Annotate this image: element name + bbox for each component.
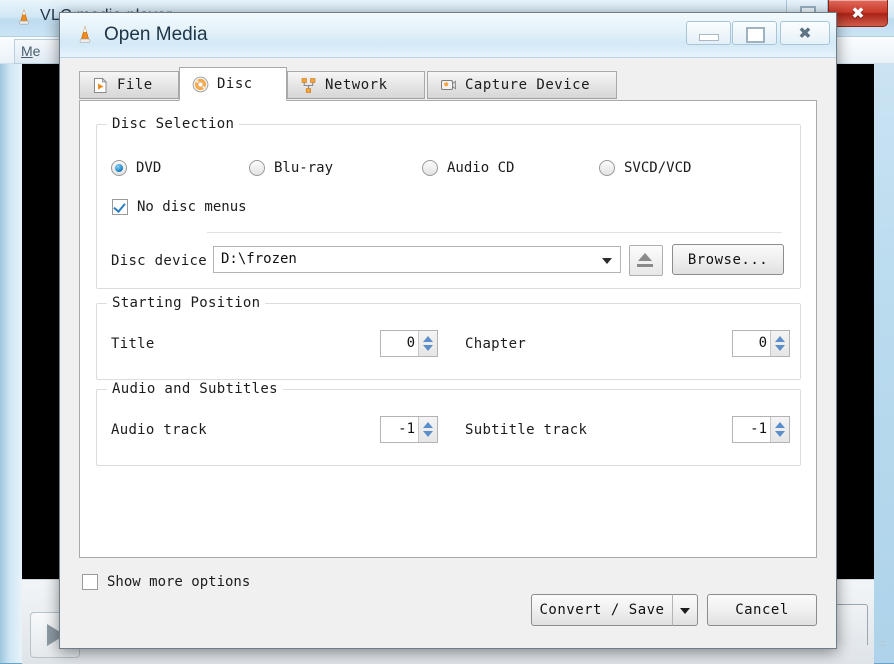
vlc-cone-icon (14, 8, 34, 28)
disc-selection-group: Disc Selection DVD Blu-ray Audio CD SVCD… (96, 124, 801, 289)
subtitle-track-label: Subtitle track (465, 422, 587, 438)
subtitle-track-value: -1 (750, 421, 767, 437)
vlc-cone-icon (74, 25, 96, 47)
tab-file[interactable]: File (79, 71, 179, 99)
starting-position-group-title: Starting Position (107, 295, 265, 311)
audio-track-label: Audio track (111, 422, 207, 438)
network-icon (300, 77, 317, 94)
tab-network-label: Network (325, 77, 388, 93)
capture-device-icon (440, 77, 457, 94)
chapter-spinbox[interactable]: 0 (732, 330, 790, 357)
checkbox-icon (82, 574, 98, 590)
convert-save-button[interactable]: Convert / Save (531, 594, 673, 626)
radio-svcd-vcd[interactable]: SVCD/VCD (599, 160, 691, 176)
dialog-minimize-button[interactable] (686, 21, 731, 45)
title-label: Title (111, 336, 155, 352)
subtitle-track-spinner-buttons[interactable] (770, 417, 789, 442)
disc-device-label: Disc device (111, 253, 207, 269)
spinner-down-icon[interactable] (775, 431, 785, 437)
checkbox-show-more-options-label: Show more options (107, 574, 250, 590)
disc-device-combobox[interactable]: D:\frozen (213, 246, 621, 273)
checkbox-show-more-options[interactable]: Show more options (82, 574, 250, 590)
checkmark-icon (112, 199, 128, 215)
chapter-spinner-buttons[interactable] (770, 331, 789, 356)
radio-indicator-icon (599, 160, 615, 176)
close-icon: ✖ (798, 24, 811, 43)
maximize-icon (746, 27, 765, 43)
tab-disc[interactable]: Disc (179, 67, 287, 101)
tab-disc-label: Disc (217, 76, 253, 92)
close-icon: ✖ (851, 4, 864, 23)
resize-grip-icon: ∷ (866, 641, 886, 657)
title-value: 0 (407, 335, 415, 351)
file-play-icon (92, 77, 109, 94)
volume-control[interactable] (832, 604, 868, 645)
checkbox-no-disc-menus-label: No disc menus (137, 199, 247, 215)
radio-dvd[interactable]: DVD (111, 160, 161, 176)
cancel-button[interactable]: Cancel (707, 594, 817, 626)
title-spinbox[interactable]: 0 (380, 330, 438, 357)
audio-track-value: -1 (398, 421, 415, 437)
disc-selection-group-title: Disc Selection (107, 116, 239, 132)
eject-button[interactable] (629, 245, 663, 276)
spinner-up-icon[interactable] (775, 336, 785, 342)
disc-icon (192, 76, 209, 93)
chapter-label: Chapter (465, 336, 526, 352)
radio-indicator-icon (111, 160, 127, 176)
audio-subtitles-group-title: Audio and Subtitles (107, 381, 283, 397)
eject-icon-bar (637, 264, 653, 267)
radio-bluray[interactable]: Blu-ray (249, 160, 333, 176)
dialog-tabs: File Disc (79, 67, 817, 99)
radio-dvd-label: DVD (136, 160, 161, 176)
radio-audio-cd[interactable]: Audio CD (422, 160, 514, 176)
spinner-down-icon[interactable] (423, 431, 433, 437)
open-media-dialog: Open Media ✖ File (59, 12, 837, 649)
disc-tab-panel: Disc Selection DVD Blu-ray Audio CD SVCD… (79, 100, 817, 558)
menu-item-media[interactable]: Me (14, 39, 64, 64)
tab-capture-device[interactable]: Capture Device (427, 71, 617, 99)
tab-capture-device-label: Capture Device (465, 77, 590, 93)
chapter-value: 0 (759, 335, 767, 351)
browse-button[interactable]: Browse... (672, 244, 784, 275)
window-frame-left (0, 0, 22, 663)
radio-indicator-icon (249, 160, 265, 176)
spinner-up-icon[interactable] (775, 422, 785, 428)
radio-indicator-icon (422, 160, 438, 176)
radio-bluray-label: Blu-ray (274, 160, 333, 176)
main-close-button[interactable]: ✖ (828, 0, 888, 27)
radio-svcd-vcd-label: SVCD/VCD (624, 160, 691, 176)
convert-save-dropdown-button[interactable] (672, 594, 698, 626)
checkbox-no-disc-menus[interactable]: No disc menus (112, 199, 247, 215)
spinner-down-icon[interactable] (423, 345, 433, 351)
spinner-up-icon[interactable] (423, 422, 433, 428)
title-spinner-buttons[interactable] (418, 331, 437, 356)
dialog-maximize-button[interactable] (732, 21, 777, 45)
dialog-titlebar: Open Media ✖ (60, 13, 836, 58)
tab-network[interactable]: Network (287, 71, 425, 99)
dialog-close-button[interactable]: ✖ (780, 21, 830, 45)
audio-track-spinner-buttons[interactable] (418, 417, 437, 442)
disc-type-radio-group: DVD Blu-ray Audio CD SVCD/VCD (97, 160, 800, 182)
spinner-down-icon[interactable] (775, 345, 785, 351)
chevron-down-icon (680, 608, 690, 614)
tab-file-label: File (117, 77, 153, 93)
eject-icon (638, 253, 652, 261)
spinner-up-icon[interactable] (423, 336, 433, 342)
dialog-title: Open Media (104, 24, 208, 46)
chevron-down-icon[interactable] (602, 258, 612, 264)
disc-device-value: D:\frozen (221, 251, 297, 267)
radio-audio-cd-label: Audio CD (447, 160, 514, 176)
starting-position-group: Starting Position Title 0 Chapter 0 (96, 303, 801, 380)
minimize-icon (699, 34, 719, 41)
subtitle-track-spinbox[interactable]: -1 (732, 416, 790, 443)
audio-track-spinbox[interactable]: -1 (380, 416, 438, 443)
audio-subtitles-group: Audio and Subtitles Audio track -1 Subti… (96, 389, 801, 466)
divider (207, 232, 782, 233)
